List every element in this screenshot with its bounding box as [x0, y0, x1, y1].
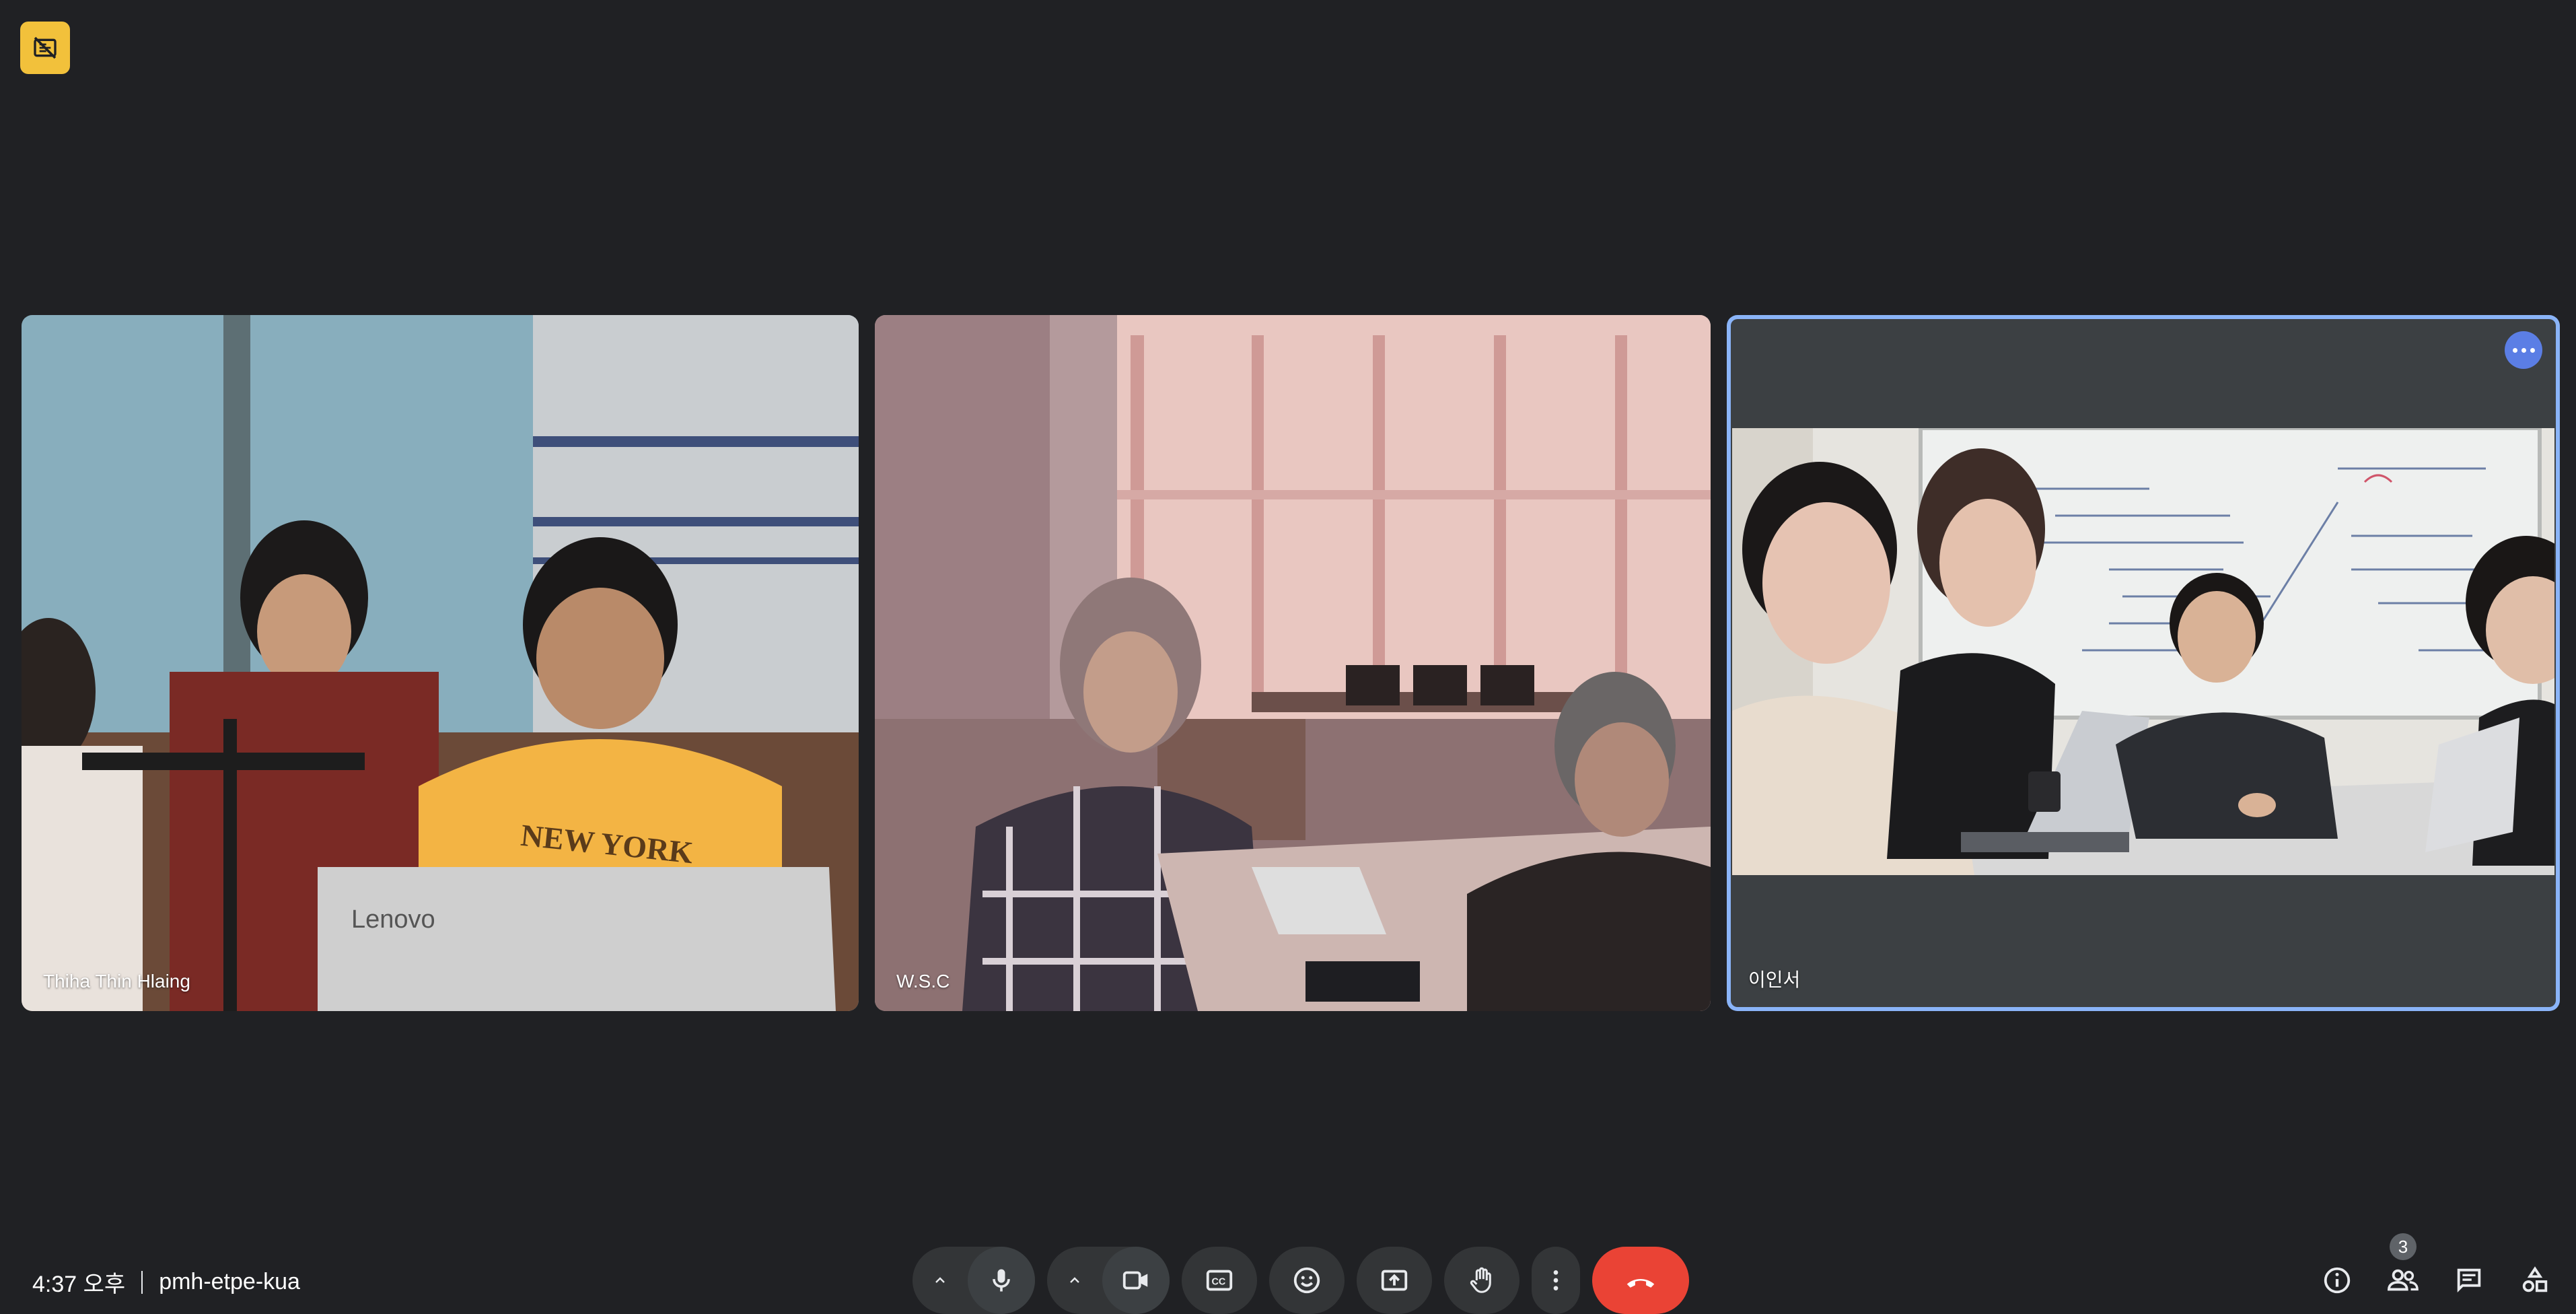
activities-icon	[2522, 1266, 2548, 1292]
svg-text:CC: CC	[1212, 1277, 1226, 1288]
camera-control-group	[1047, 1247, 1170, 1314]
more-vertical-icon	[1553, 1270, 1559, 1290]
participant-name: 이인서	[1748, 969, 1801, 990]
meeting-code[interactable]: pmh-etpe-kua	[159, 1269, 300, 1295]
captions-icon: CC	[1206, 1270, 1233, 1291]
video-camera-icon	[1122, 1271, 1148, 1290]
info-icon	[2324, 1267, 2351, 1294]
leave-call-button[interactable]	[1592, 1247, 1689, 1314]
side-panel-controls: 3	[2314, 1233, 2559, 1309]
hang-up-icon	[1626, 1279, 1655, 1288]
camera-button[interactable]	[1102, 1247, 1170, 1314]
meeting-details-button[interactable]	[2314, 1252, 2361, 1309]
participant-name: Thiha Thin Hlaing	[43, 971, 190, 992]
chat-button[interactable]	[2445, 1252, 2493, 1309]
captions-button[interactable]: CC	[1182, 1247, 1257, 1314]
participant-tile-1[interactable]: NEW YORK Lenovo Thiha Thin Hlaing	[22, 315, 859, 1011]
raise-hand-icon	[1470, 1267, 1491, 1293]
activities-button[interactable]	[2511, 1252, 2559, 1309]
microphone-button[interactable]	[968, 1247, 1035, 1314]
people-button[interactable]: 3	[2380, 1233, 2427, 1309]
laptop-brand: Lenovo	[351, 905, 435, 934]
divider	[141, 1270, 143, 1294]
participant-tile-3[interactable]: 이인서	[1727, 315, 2560, 1011]
people-icon	[2387, 1269, 2419, 1291]
camera-off-icon	[34, 36, 57, 59]
present-screen-icon	[1381, 1270, 1408, 1291]
present-screen-button[interactable]	[1357, 1247, 1432, 1314]
call-controls: CC	[913, 1247, 1689, 1314]
mic-options-button[interactable]	[913, 1247, 968, 1314]
participant-tile-2[interactable]: W.S.C	[875, 315, 1711, 1011]
participant-name: W.S.C	[896, 971, 950, 992]
mic-control-group	[913, 1247, 1035, 1314]
emoji-reactions-button[interactable]	[1269, 1247, 1345, 1314]
chat-icon	[2457, 1268, 2481, 1293]
meeting-info: 4:37 오후 pmh-etpe-kua	[32, 1266, 300, 1299]
emoji-icon	[1293, 1267, 1320, 1294]
video-frame-3	[1732, 428, 2554, 875]
microphone-icon	[993, 1269, 1010, 1292]
participant-count-badge: 3	[2390, 1233, 2417, 1260]
camera-off-badge[interactable]	[20, 22, 70, 74]
chevron-up-icon	[935, 1277, 945, 1283]
video-feed-3	[1732, 428, 2554, 875]
meeting-time: 4:37 오후	[32, 1272, 126, 1297]
raise-hand-button[interactable]	[1444, 1247, 1519, 1314]
video-feed-1: NEW YORK Lenovo	[22, 315, 859, 1011]
chevron-up-icon	[1070, 1277, 1079, 1283]
tile-more-options-button[interactable]	[2505, 331, 2542, 369]
video-feed-2	[875, 315, 1711, 1011]
more-options-button[interactable]	[1532, 1247, 1580, 1314]
meet-window: NEW YORK Lenovo Thiha Thin Hlaing W.S.C …	[0, 0, 2576, 1314]
camera-options-button[interactable]	[1047, 1247, 1102, 1314]
